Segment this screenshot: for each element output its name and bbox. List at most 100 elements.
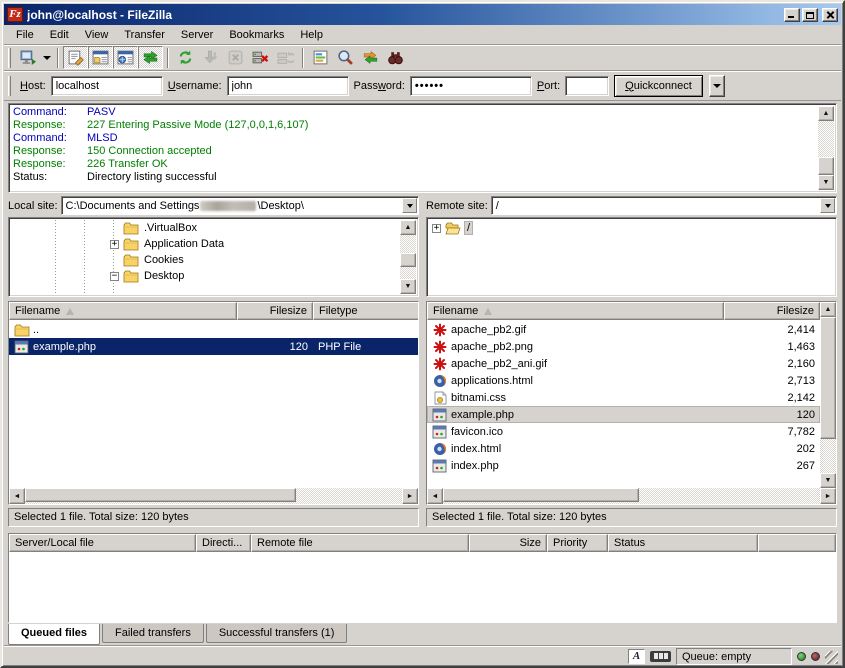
- column-header-filesize[interactable]: Filesize: [237, 302, 313, 320]
- scroll-down-button[interactable]: ▼: [400, 279, 416, 294]
- scroll-left-button[interactable]: ◄: [9, 488, 25, 504]
- menu-view[interactable]: View: [77, 27, 117, 43]
- tab-queued-files[interactable]: Queued files: [8, 624, 100, 645]
- expander-minus-icon[interactable]: −: [110, 272, 119, 281]
- find-files-button[interactable]: [383, 46, 408, 69]
- queue-column-header-priority[interactable]: Priority: [547, 534, 608, 552]
- tree-item[interactable]: +Application Data: [9, 236, 418, 252]
- menu-transfer[interactable]: Transfer: [116, 27, 173, 43]
- file-row[interactable]: favicon.ico7,782: [427, 423, 820, 440]
- toggle-transfer-queue-button[interactable]: [138, 46, 163, 69]
- toggle-message-log-button[interactable]: [63, 46, 88, 69]
- directory-listing-filters-button[interactable]: [308, 46, 333, 69]
- log-scrollbar[interactable]: ▲ ▼: [818, 106, 834, 190]
- username-input[interactable]: [227, 76, 349, 96]
- data-type-indicator-icon[interactable]: A: [628, 649, 645, 664]
- scroll-up-button[interactable]: ▲: [818, 106, 834, 121]
- file-row[interactable]: apache_pb2.gif2,414: [427, 321, 820, 338]
- tree-expander[interactable]: −: [109, 272, 120, 281]
- scroll-track[interactable]: [820, 317, 836, 473]
- file-row[interactable]: example.php120PHP File1: [9, 338, 418, 355]
- tree-item[interactable]: − Desktop: [9, 268, 418, 284]
- log-line-type: Status:: [13, 171, 87, 184]
- port-input[interactable]: [565, 76, 609, 96]
- password-input[interactable]: [410, 76, 532, 96]
- close-button[interactable]: [822, 8, 838, 22]
- scroll-up-button[interactable]: ▲: [400, 220, 416, 235]
- scroll-thumb[interactable]: [25, 488, 296, 502]
- menu-bookmarks[interactable]: Bookmarks: [221, 27, 292, 43]
- file-row[interactable]: index.html202: [427, 440, 820, 457]
- scroll-right-button[interactable]: ►: [820, 488, 836, 504]
- file-row[interactable]: bitnami.css2,142: [427, 389, 820, 406]
- scroll-down-button[interactable]: ▼: [818, 175, 834, 190]
- speed-limits-icon[interactable]: [650, 651, 671, 662]
- remote-list-scrollbar[interactable]: ▲ ▼: [820, 302, 836, 488]
- tree-expander[interactable]: +: [431, 224, 442, 233]
- scroll-right-button[interactable]: ►: [402, 488, 418, 504]
- site-manager-button[interactable]: [15, 46, 40, 69]
- tab-failed-transfers[interactable]: Failed transfers: [102, 624, 204, 643]
- resize-grip[interactable]: [825, 651, 838, 664]
- queue-column-header-size[interactable]: Size: [469, 534, 547, 552]
- scroll-down-button[interactable]: ▼: [820, 473, 836, 488]
- quickconnect-dropdown-button[interactable]: [709, 75, 725, 97]
- file-row[interactable]: ..: [9, 321, 418, 338]
- menu-file[interactable]: File: [8, 27, 42, 43]
- scroll-track[interactable]: [818, 121, 834, 175]
- column-header-filename[interactable]: Filename: [427, 302, 724, 320]
- queue-column-header-server-local-file[interactable]: Server/Local file: [9, 534, 196, 552]
- tree-item[interactable]: .VirtualBox: [9, 220, 418, 236]
- toggle-local-tree-button[interactable]: [88, 46, 113, 69]
- site-manager-dropdown-button[interactable]: [40, 46, 53, 69]
- column-header-filesize[interactable]: Filesize: [724, 302, 820, 320]
- remote-site-combo[interactable]: /: [491, 196, 837, 215]
- tree-item[interactable]: Cookies: [9, 252, 418, 268]
- scroll-thumb[interactable]: [820, 317, 836, 439]
- file-row[interactable]: example.php120: [427, 406, 820, 423]
- local-list-hscrollbar[interactable]: ◄ ►: [9, 488, 418, 504]
- column-header-filetype[interactable]: Filetype: [313, 302, 418, 320]
- disconnect-button[interactable]: [248, 46, 273, 69]
- local-selection-status: Selected 1 file. Total size: 120 bytes: [8, 508, 419, 527]
- expander-plus-icon[interactable]: +: [432, 224, 441, 233]
- toggle-remote-tree-button[interactable]: [113, 46, 138, 69]
- local-site-dropdown-button[interactable]: [402, 198, 417, 213]
- local-tree-scrollbar[interactable]: ▲ ▼: [400, 220, 416, 294]
- scroll-track[interactable]: [25, 488, 402, 504]
- remote-list-hscrollbar[interactable]: ◄ ►: [427, 488, 836, 504]
- menu-edit[interactable]: Edit: [42, 27, 77, 43]
- queue-size-status: Queue: empty: [676, 648, 792, 665]
- directory-comparison-button[interactable]: [333, 46, 358, 69]
- queue-column-header-status[interactable]: Status: [608, 534, 758, 552]
- scroll-track[interactable]: [400, 235, 416, 279]
- minimize-button[interactable]: [784, 8, 800, 22]
- queue-column-header-remote-file[interactable]: Remote file: [251, 534, 469, 552]
- scroll-thumb[interactable]: [400, 253, 416, 267]
- synchronized-browsing-button[interactable]: [358, 46, 383, 69]
- file-row[interactable]: apache_pb2.png1,463: [427, 338, 820, 355]
- menu-help[interactable]: Help: [292, 27, 331, 43]
- scroll-left-button[interactable]: ◄: [427, 488, 443, 504]
- file-row[interactable]: apache_pb2_ani.gif2,160: [427, 355, 820, 372]
- scroll-thumb[interactable]: [818, 157, 834, 175]
- remote-site-dropdown-button[interactable]: [820, 198, 835, 213]
- maximize-button[interactable]: [802, 8, 818, 22]
- tree-expander[interactable]: +: [109, 240, 120, 249]
- scroll-track[interactable]: [443, 488, 820, 504]
- tab-successful-transfers-1-[interactable]: Successful transfers (1): [206, 624, 348, 643]
- tree-item-label: Desktop: [142, 270, 186, 282]
- queue-column-header-directi-[interactable]: Directi...: [196, 534, 251, 552]
- expander-plus-icon[interactable]: +: [110, 240, 119, 249]
- scroll-up-button[interactable]: ▲: [820, 302, 836, 317]
- scroll-thumb[interactable]: [443, 488, 639, 502]
- quickconnect-button[interactable]: Quickconnect: [614, 75, 703, 97]
- column-header-filename[interactable]: Filename: [9, 302, 237, 320]
- tree-item[interactable]: +/: [427, 220, 836, 236]
- refresh-button[interactable]: [173, 46, 198, 69]
- file-row[interactable]: index.php267: [427, 457, 820, 474]
- host-input[interactable]: [51, 76, 163, 96]
- menu-server[interactable]: Server: [173, 27, 221, 43]
- local-site-combo[interactable]: C:\Documents and Settings\Desktop\: [61, 196, 419, 215]
- file-row[interactable]: applications.html2,713: [427, 372, 820, 389]
